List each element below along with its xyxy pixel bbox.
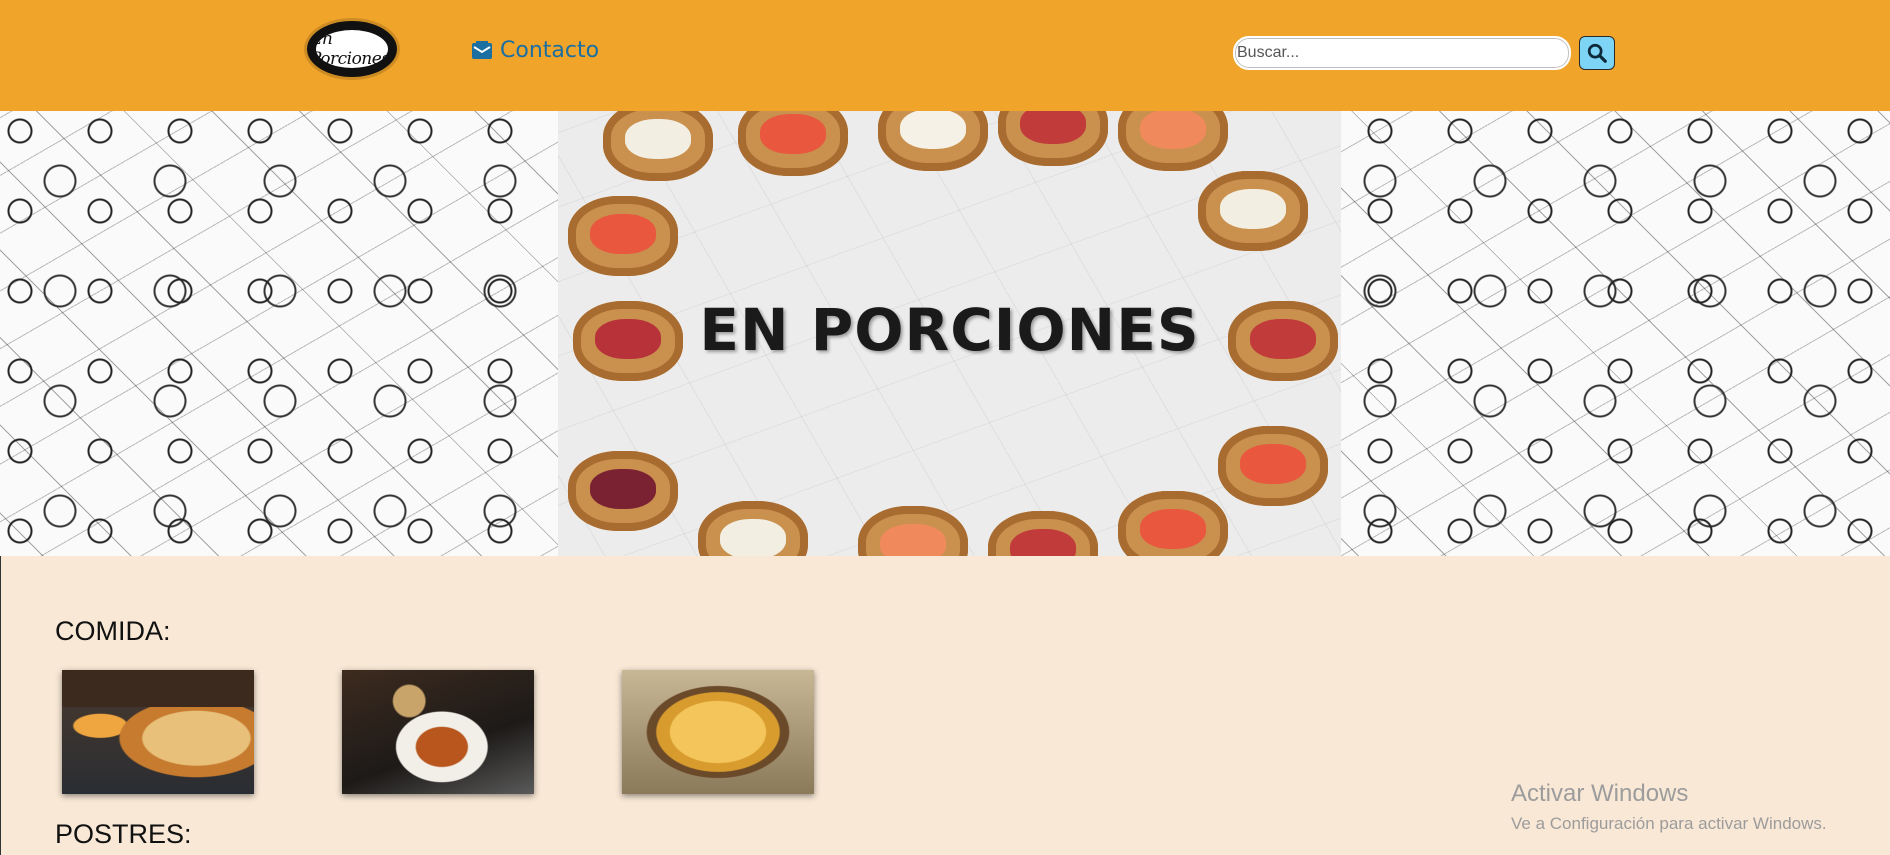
logo-text: En Porciones bbox=[310, 29, 390, 69]
search-button[interactable] bbox=[1579, 36, 1615, 70]
contact-link[interactable]: Contacto bbox=[470, 38, 599, 63]
windows-activation-watermark: Activar Windows Ve a Configuración para … bbox=[1511, 780, 1827, 834]
section-title-comida: COMIDA: bbox=[55, 616, 171, 646]
food-thumbnail[interactable] bbox=[342, 670, 534, 794]
food-decoration bbox=[1118, 491, 1228, 556]
food-decoration bbox=[568, 196, 678, 276]
hero-banner: EN PORCIONES bbox=[0, 111, 1890, 557]
food-decoration bbox=[1118, 111, 1228, 171]
food-decoration bbox=[988, 511, 1098, 556]
food-decoration bbox=[1198, 171, 1308, 251]
food-thumbnail[interactable] bbox=[62, 670, 254, 794]
food-decoration bbox=[603, 111, 713, 181]
hero-title: EN PORCIONES bbox=[699, 296, 1200, 364]
food-decoration bbox=[568, 451, 678, 531]
watermark-subtitle: Ve a Configuración para activar Windows. bbox=[1511, 814, 1827, 833]
section-title-postres: POSTRES: bbox=[55, 819, 192, 849]
food-decoration bbox=[698, 501, 808, 556]
food-decoration bbox=[858, 506, 968, 556]
watermark-title: Activar Windows bbox=[1511, 780, 1689, 807]
site-header: En Porciones Contacto bbox=[0, 0, 1890, 111]
food-decoration bbox=[998, 111, 1108, 166]
site-logo[interactable]: En Porciones bbox=[310, 24, 394, 74]
search-input[interactable] bbox=[1233, 36, 1571, 70]
contact-label: Contacto bbox=[500, 38, 600, 63]
hero-image: EN PORCIONES bbox=[558, 111, 1341, 556]
food-decoration bbox=[1218, 426, 1328, 506]
food-decoration bbox=[878, 111, 988, 171]
mailbox-icon bbox=[472, 40, 492, 59]
food-thumbnail[interactable] bbox=[622, 670, 814, 794]
search-icon bbox=[1587, 43, 1607, 63]
food-decoration bbox=[738, 111, 848, 176]
